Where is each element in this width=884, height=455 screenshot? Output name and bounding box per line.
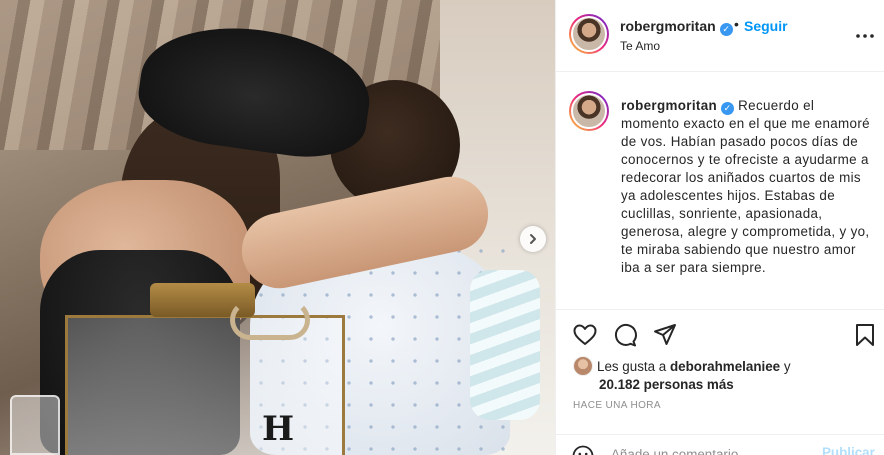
photo-logo-mark: H <box>262 409 295 449</box>
bookmark-icon[interactable] <box>852 322 878 348</box>
more-options-icon[interactable] <box>854 26 876 46</box>
caption-avatar[interactable] <box>569 91 609 131</box>
location-link[interactable]: Te Amo <box>620 39 660 53</box>
verified-badge-icon: ✓ <box>719 23 733 36</box>
caption-body: Recuerdo el momento exacto en el que me … <box>621 98 870 275</box>
avatar[interactable] <box>569 14 609 54</box>
comment-bar: Publicar <box>556 434 884 455</box>
caption-username-link[interactable]: robergmoritan ✓ <box>621 98 735 115</box>
post-photo[interactable]: H <box>0 0 555 455</box>
caption-section: robergmoritan ✓ Recuerdo el momento exact… <box>556 73 884 309</box>
avatar-image <box>571 16 607 52</box>
caption-text: robergmoritan ✓ Recuerdo el momento exact… <box>621 97 876 277</box>
publish-button[interactable]: Publicar <box>822 445 875 455</box>
post-side-panel: robergmoritan ✓ • Seguir Te Amo robergmor… <box>555 0 884 455</box>
photo-pillow <box>470 270 540 420</box>
photo-rope <box>230 300 310 340</box>
likes-count-link[interactable]: 20.182 personas más <box>573 376 873 394</box>
smiley-icon[interactable] <box>572 445 594 455</box>
comment-input[interactable] <box>611 443 811 455</box>
next-photo-button[interactable] <box>520 226 546 252</box>
comment-icon[interactable] <box>612 322 638 348</box>
username-link[interactable]: robergmoritan ✓ <box>620 18 733 36</box>
post-actions: Les gusta a deborahmelaniee y 20.182 per… <box>556 309 884 455</box>
paper-plane-icon[interactable] <box>652 322 678 348</box>
likes-summary: Les gusta a deborahmelaniee y 20.182 per… <box>573 356 873 394</box>
photo-glass <box>10 395 60 455</box>
liker-avatar[interactable] <box>573 356 593 376</box>
post-timestamp[interactable]: HACE UNA HORA <box>573 400 661 411</box>
likes-connector: y <box>780 359 791 374</box>
photo-lantern <box>65 315 345 455</box>
separator-dot: • <box>734 16 739 32</box>
liker-username-link[interactable]: deborahmelaniee <box>670 359 780 374</box>
caption-username: robergmoritan <box>621 98 718 113</box>
post-header: robergmoritan ✓ • Seguir Te Amo <box>556 0 884 72</box>
avatar-image <box>571 93 607 129</box>
follow-button[interactable]: Seguir <box>744 18 788 34</box>
username-label: robergmoritan <box>620 18 716 34</box>
likes-prefix: Les gusta a <box>597 359 670 374</box>
heart-icon[interactable] <box>572 322 598 348</box>
verified-badge-icon: ✓ <box>721 102 735 115</box>
chevron-right-icon <box>530 234 536 244</box>
